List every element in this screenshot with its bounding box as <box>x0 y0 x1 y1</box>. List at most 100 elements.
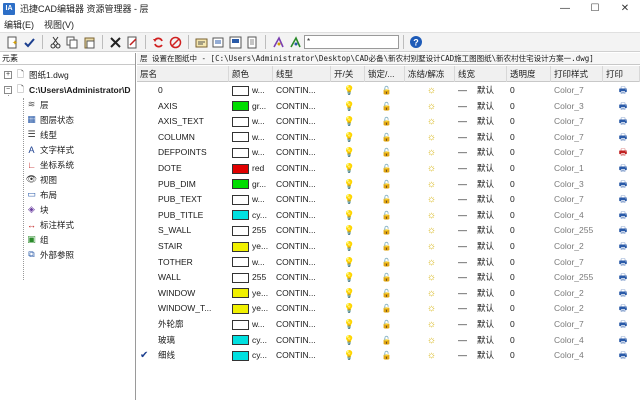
table-row[interactable]: ✔ 细线 cy... CONTIN... 💡 🔓 ☼ — 默认 0 Color_4 🖶 <box>137 348 640 364</box>
layer-plot-cell[interactable]: 🖶 <box>603 301 640 316</box>
layer-linetype-cell[interactable]: CONTIN... <box>273 239 331 254</box>
help-icon[interactable]: ? <box>408 34 424 50</box>
layer-freeze-cell[interactable]: ☼ <box>405 177 455 192</box>
table-row[interactable]: PUB_TEXT w... CONTIN... 💡 🔓 ☼ — 默认 0 Color_7 🖶 <box>137 192 640 208</box>
layer-freeze-cell[interactable]: ☼ <box>405 239 455 254</box>
printer-icon[interactable]: 🖶 <box>619 301 628 316</box>
layer-lineweight-cell[interactable]: — 默认 <box>455 239 507 254</box>
unlock-icon[interactable]: 🔓 <box>382 177 392 192</box>
layer-color-cell[interactable]: w... <box>229 114 273 129</box>
layer-lock-cell[interactable]: 🔓 <box>365 99 405 114</box>
layer-freeze-cell[interactable]: ☼ <box>405 208 455 223</box>
layer-color-cell[interactable]: cy... <box>229 348 273 363</box>
tree-item[interactable]: ▭ 布局 <box>26 187 57 202</box>
layer-transparency-cell[interactable]: 0 <box>507 255 551 270</box>
close-button[interactable]: ✕ <box>610 0 640 17</box>
layer-plot-cell[interactable]: 🖶 <box>603 270 640 285</box>
layer-name-cell[interactable]: WINDOW_T... <box>137 301 229 316</box>
isolate-icon[interactable] <box>287 34 303 50</box>
layer-transparency-cell[interactable]: 0 <box>507 333 551 348</box>
layer-color-cell[interactable]: gr... <box>229 177 273 192</box>
header-col-on-off[interactable]: 开/关 <box>331 66 365 82</box>
lightbulb-icon[interactable]: 💡 <box>344 255 355 270</box>
layer-linetype-cell[interactable]: CONTIN... <box>273 301 331 316</box>
layer-name-cell[interactable]: COLUMN <box>137 130 229 145</box>
layer-name-cell[interactable]: PUB_DIM <box>137 177 229 192</box>
sun-icon[interactable]: ☼ <box>427 286 436 301</box>
tree-item[interactable]: A 文字样式 <box>26 142 74 157</box>
layer-lock-cell[interactable]: 🔓 <box>365 161 405 176</box>
layer-on-off-cell[interactable]: 💡 <box>331 192 365 207</box>
table-row[interactable]: AXIS gr... CONTIN... 💡 🔓 ☼ — 默认 0 Color_3 🖶 <box>137 99 640 115</box>
unlock-icon[interactable]: 🔓 <box>382 348 392 363</box>
tree-item[interactable]: ⧉ 外部参照 <box>26 247 74 262</box>
sun-icon[interactable]: ☼ <box>427 223 436 238</box>
layer-lock-cell[interactable]: 🔓 <box>365 301 405 316</box>
layer-lineweight-cell[interactable]: — 默认 <box>455 301 507 316</box>
layer-on-off-cell[interactable]: 💡 <box>331 223 365 238</box>
delete-icon[interactable] <box>107 34 123 50</box>
printer-icon[interactable]: 🖶 <box>619 239 628 254</box>
match-icon[interactable] <box>270 34 286 50</box>
sun-icon[interactable]: ☼ <box>427 208 436 223</box>
layer-on-off-cell[interactable]: 💡 <box>331 348 365 363</box>
copy-icon[interactable] <box>64 34 80 50</box>
layer-lineweight-cell[interactable]: — 默认 <box>455 161 507 176</box>
layer-color-cell[interactable]: gr... <box>229 99 273 114</box>
layer-linetype-cell[interactable]: CONTIN... <box>273 333 331 348</box>
printer-icon[interactable]: 🖶 <box>619 192 628 207</box>
layer-transparency-cell[interactable]: 0 <box>507 286 551 301</box>
layer-transparency-cell[interactable]: 0 <box>507 83 551 98</box>
layer-name-cell[interactable]: PUB_TITLE <box>137 208 229 223</box>
import-icon[interactable] <box>244 34 260 50</box>
layer-transparency-cell[interactable]: 0 <box>507 130 551 145</box>
layer-plot-cell[interactable]: 🖶 <box>603 239 640 254</box>
minimize-button[interactable]: — <box>550 0 580 17</box>
expander-icon[interactable]: − <box>4 85 12 94</box>
layer-transparency-cell[interactable]: 0 <box>507 99 551 114</box>
expander-icon[interactable]: + <box>4 70 12 79</box>
table-row[interactable]: COLUMN w... CONTIN... 💡 🔓 ☼ — 默认 0 Color_7 🖶 <box>137 130 640 146</box>
layer-on-off-cell[interactable]: 💡 <box>331 317 365 332</box>
layer-freeze-cell[interactable]: ☼ <box>405 270 455 285</box>
layer-freeze-cell[interactable]: ☼ <box>405 223 455 238</box>
sun-icon[interactable]: ☼ <box>427 270 436 285</box>
layer-lock-cell[interactable]: 🔓 <box>365 83 405 98</box>
no-plot-printer-icon[interactable]: 🖶 <box>619 145 628 160</box>
layer-lock-cell[interactable]: 🔓 <box>365 223 405 238</box>
layer-transparency-cell[interactable]: 0 <box>507 192 551 207</box>
layer-color-cell[interactable]: red <box>229 161 273 176</box>
unlock-icon[interactable]: 🔓 <box>382 192 392 207</box>
layer-on-off-cell[interactable]: 💡 <box>331 286 365 301</box>
table-row[interactable]: TOTHER w... CONTIN... 💡 🔓 ☼ — 默认 0 Color_7 🖶 <box>137 255 640 271</box>
unlock-icon[interactable]: 🔓 <box>382 286 392 301</box>
layer-name-cell[interactable]: AXIS_TEXT <box>137 114 229 129</box>
layer-linetype-cell[interactable]: CONTIN... <box>273 83 331 98</box>
table-row[interactable]: STAIR ye... CONTIN... 💡 🔓 ☼ — 默认 0 Color_2 🖶 <box>137 239 640 255</box>
table-row[interactable]: WINDOW_T... ye... CONTIN... 💡 🔓 ☼ — 默认 0 Color_2 🖶 <box>137 301 640 317</box>
sun-icon[interactable]: ☼ <box>427 145 436 160</box>
sun-icon[interactable]: ☼ <box>427 99 436 114</box>
printer-icon[interactable]: 🖶 <box>619 317 628 332</box>
layer-on-off-cell[interactable]: 💡 <box>331 145 365 160</box>
layer-lineweight-cell[interactable]: — 默认 <box>455 192 507 207</box>
layer-name-cell[interactable]: 玻璃 <box>137 333 229 348</box>
layer-lock-cell[interactable]: 🔓 <box>365 255 405 270</box>
layer-name-cell[interactable]: WALL <box>137 270 229 285</box>
layer-on-off-cell[interactable]: 💡 <box>331 208 365 223</box>
paste-icon[interactable] <box>81 34 97 50</box>
table-row[interactable]: PUB_TITLE cy... CONTIN... 💡 🔓 ☼ — 默认 0 Color_4 🖶 <box>137 208 640 224</box>
lightbulb-icon[interactable]: 💡 <box>344 286 355 301</box>
layer-lock-cell[interactable]: 🔓 <box>365 333 405 348</box>
sun-icon[interactable]: ☼ <box>427 255 436 270</box>
layer-name-cell[interactable]: PUB_TEXT <box>137 192 229 207</box>
layer-lock-cell[interactable]: 🔓 <box>365 239 405 254</box>
layer-lineweight-cell[interactable]: — 默认 <box>455 130 507 145</box>
tree-item[interactable]: ≋ 层 <box>26 97 49 112</box>
layer-transparency-cell[interactable]: 0 <box>507 223 551 238</box>
layer-on-off-cell[interactable]: 💡 <box>331 130 365 145</box>
layer-name-cell[interactable]: 外轮廓 <box>137 317 229 332</box>
sun-icon[interactable]: ☼ <box>427 83 436 98</box>
tree-item[interactable]: ↔ 标注样式 <box>26 217 74 232</box>
header-col-freeze[interactable]: 冻结/解冻 <box>405 66 455 82</box>
